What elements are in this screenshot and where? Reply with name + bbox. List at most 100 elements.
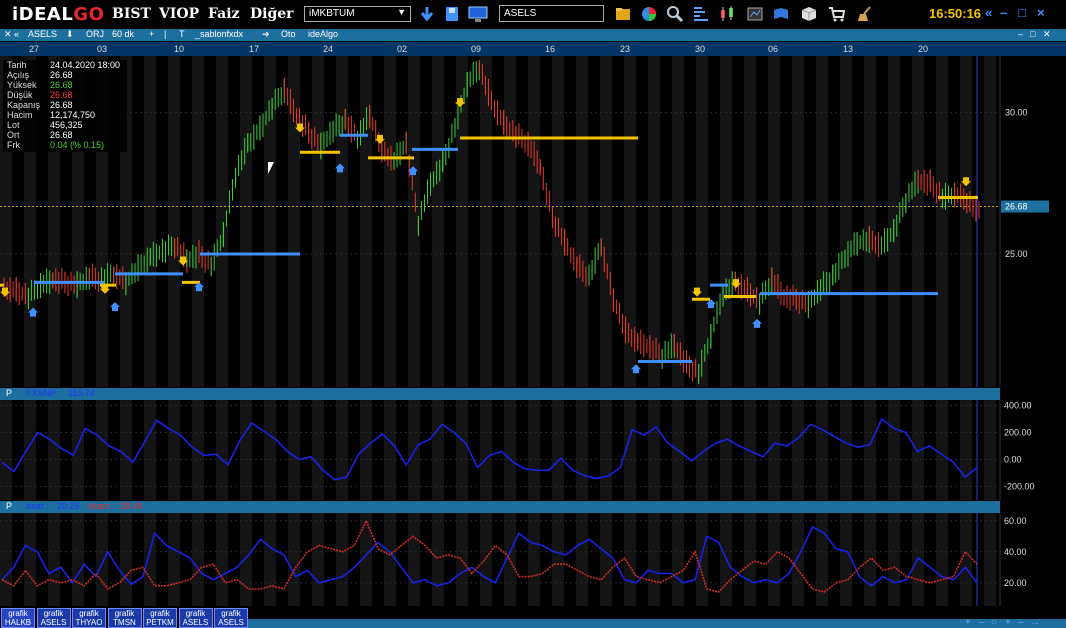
template-button[interactable]: _sablonfxdx (195, 29, 243, 39)
session-stripe (840, 513, 852, 606)
session-stripe (432, 513, 444, 606)
session-stripe (264, 400, 276, 500)
text-tool-icon[interactable]: T (179, 29, 185, 39)
zoom-in-icon[interactable]: + (1005, 617, 1011, 628)
close-chart-icon[interactable]: ✕ (4, 29, 12, 40)
algo-button[interactable]: ideAlgo (308, 29, 338, 39)
session-stripe (0, 513, 12, 606)
chart-tab[interactable]: grafik ASELS (36, 608, 71, 628)
date-tick: 24 (323, 44, 334, 54)
bars-list-icon[interactable] (692, 5, 710, 23)
download-arrow-icon[interactable] (418, 5, 436, 23)
osc-tick-label: -200.00 (1004, 481, 1035, 491)
chart-tab[interactable]: grafik ASELS (214, 608, 248, 628)
auto-button[interactable]: Oto (281, 29, 296, 39)
session-stripe (504, 400, 516, 500)
session-stripe (48, 513, 60, 606)
cart-icon[interactable] (828, 5, 846, 23)
session-stripe (792, 513, 804, 606)
zoom-ring-icon[interactable]: ○ (991, 617, 997, 628)
menu-viop[interactable]: VIOP (159, 6, 199, 22)
session-stripe (600, 56, 612, 387)
session-stripe (312, 513, 324, 606)
osc2-name-a: dxar (26, 501, 44, 511)
chart-tab[interactable]: grafik ASELS (178, 608, 213, 628)
info-value: 26.68 (50, 70, 73, 80)
info-row: Açılış 26.68 (3, 70, 127, 80)
session-stripe (384, 400, 396, 500)
session-stripe (576, 56, 588, 387)
chart-symbol[interactable]: ASELS (28, 29, 57, 39)
symbol-search-input[interactable]: ASELS (499, 5, 604, 22)
osc-tick-label: 200.00 (1004, 427, 1032, 437)
session-stripe (24, 513, 36, 606)
scroll-strip[interactable] (248, 619, 1066, 628)
date-axis: 27 03 10 17 24 02 09 16 23 30 06 13 20 (0, 42, 1066, 56)
plus-icon[interactable]: + (149, 29, 154, 39)
info-value: 26.68 (50, 100, 73, 110)
app-logo: iDEALGO (12, 4, 105, 25)
session-stripe (168, 513, 180, 606)
dxar-chart[interactable]: 60.00 40.00 20.00 (0, 513, 1066, 606)
session-stripe (240, 400, 252, 500)
divider-icon: | (164, 29, 167, 39)
menu-diger[interactable]: Diğer (250, 6, 294, 22)
osc2-p-label: P (6, 501, 13, 511)
session-stripe (816, 56, 828, 387)
menu-faiz[interactable]: Faiz (208, 6, 240, 22)
rewind-icon[interactable]: « (985, 5, 992, 20)
tab-type: grafik (185, 609, 206, 618)
chart-tab[interactable]: grafik PETKM (143, 608, 177, 628)
tab-symbol: TMSN (113, 618, 136, 627)
broom-icon[interactable] (856, 5, 874, 23)
mode-button[interactable]: ORJ (86, 29, 104, 39)
chart-tab[interactable]: grafik HALKB (1, 608, 35, 628)
save-icon[interactable] (443, 5, 461, 23)
session-stripe (888, 513, 900, 606)
close-icon[interactable]: × (1037, 5, 1045, 20)
date-tick: 16 (545, 44, 556, 54)
zoom-step-icon[interactable]: – (1018, 617, 1024, 628)
download-icon[interactable]: ⬇ (66, 29, 74, 40)
scroll-right-icon[interactable]: → (1030, 617, 1040, 628)
date-tick: 13 (843, 44, 854, 54)
period-button[interactable]: 60 dk (112, 29, 134, 39)
arrow-right-icon[interactable]: ➜ (262, 29, 270, 40)
cube-icon[interactable] (800, 5, 818, 23)
session-stripe (144, 513, 156, 606)
window-close-icon[interactable]: ✕ (1043, 29, 1051, 40)
session-stripe (528, 56, 540, 387)
expand-icon[interactable]: « (14, 29, 19, 39)
chart-tab[interactable]: grafik THYAO (72, 608, 106, 628)
session-stripe (360, 400, 372, 500)
maximize-icon[interactable]: □ (1018, 5, 1026, 20)
info-row: Yüksek 26.68 (3, 80, 127, 90)
magnifier-icon[interactable] (666, 5, 684, 23)
info-row: Ort 26.68 (3, 130, 127, 140)
session-stripe (960, 56, 972, 387)
zoom-out-icon[interactable]: – (979, 617, 985, 628)
minimize-icon[interactable]: – (1000, 5, 1007, 20)
session-stripe (840, 56, 852, 387)
session-stripe (456, 513, 468, 606)
price-chart[interactable]: 30.00 25.00 26.68 (0, 56, 1066, 387)
window-minimize-icon[interactable]: – (1018, 29, 1023, 39)
window-chart-icon[interactable] (746, 5, 764, 23)
pie-chart-icon[interactable] (640, 5, 658, 23)
monitor-icon[interactable] (467, 5, 489, 23)
window-restore-icon[interactable]: □ (1030, 29, 1035, 39)
candles-icon[interactable] (718, 5, 736, 23)
market-select[interactable]: iMKBTUM ▼ (304, 6, 411, 22)
session-stripe (408, 400, 420, 500)
session-stripe (720, 400, 732, 500)
fxsnp-chart[interactable]: 400.00 200.00 0.00 -200.00 (0, 400, 1066, 500)
session-stripe (336, 513, 348, 606)
session-stripe (744, 56, 756, 387)
scroll-left-icon[interactable]: + (965, 617, 971, 628)
book-icon[interactable] (772, 5, 790, 23)
menu-bist[interactable]: BIST (112, 6, 151, 22)
session-stripe (480, 400, 492, 500)
folder-icon[interactable] (614, 5, 632, 23)
session-stripe (72, 400, 84, 500)
chart-tab[interactable]: grafik TMSN (107, 608, 142, 628)
